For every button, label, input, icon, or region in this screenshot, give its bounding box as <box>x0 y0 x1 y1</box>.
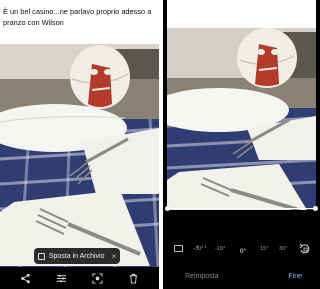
angle-label-minus-30: -30° <box>193 246 204 252</box>
reset-button[interactable]: Reimposta <box>185 273 218 280</box>
editor-footer: Reimposta Fine <box>163 268 320 284</box>
photo-image[interactable] <box>0 44 159 267</box>
archive-toast[interactable]: Sposta in Archivio × <box>34 248 120 264</box>
photo-caption: È un bel casino...ne parlavo proprio ade… <box>167 0 316 20</box>
crop-editor-panel: È un bel casino...ne parlavo proprio ade… <box>163 0 320 289</box>
share-icon[interactable] <box>19 271 33 285</box>
angle-label-zero: 0° <box>240 248 246 255</box>
angle-slider[interactable]: -30° -15° 0° 15° 30° <box>193 245 293 255</box>
photo-viewer-panel: È un bel casino...ne parlavo proprio ade… <box>0 0 159 289</box>
crop-frame-edge[interactable] <box>167 208 316 209</box>
archive-toast-label: Sposta in Archivio <box>48 252 105 260</box>
rotate-icon[interactable] <box>299 243 311 255</box>
toast-close-button[interactable]: × <box>111 252 116 261</box>
photo-caption: È un bel casino...ne parlavo proprio ade… <box>0 0 159 44</box>
done-button[interactable]: Fine <box>288 273 302 280</box>
crop-handle-bottom-left[interactable] <box>165 206 170 211</box>
angle-tick <box>205 245 206 248</box>
viewer-toolbar <box>0 267 159 289</box>
angle-label-15: 15° <box>260 246 269 252</box>
angle-label-30: 30° <box>279 246 288 252</box>
edit-adjust-icon[interactable] <box>55 271 69 285</box>
crop-preview-image[interactable] <box>167 0 316 210</box>
archive-icon <box>37 252 45 260</box>
crop-handle-bottom-right[interactable] <box>313 206 318 211</box>
rotation-angle-bar[interactable]: -30° -15° 0° 15° 30° <box>163 240 320 258</box>
angle-label-minus-15: -15° <box>215 246 226 252</box>
trash-icon[interactable] <box>126 271 140 285</box>
aspect-ratio-icon[interactable] <box>174 245 183 252</box>
lens-icon[interactable] <box>90 271 104 285</box>
